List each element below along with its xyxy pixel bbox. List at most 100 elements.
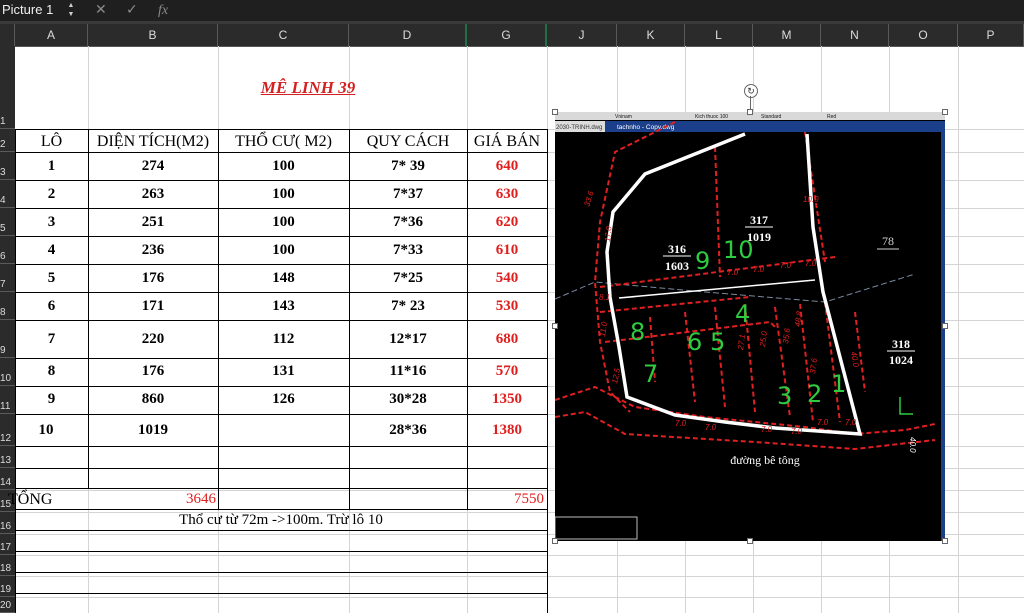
column-header[interactable]: L [685, 24, 753, 46]
table-cell[interactable]: 100 [218, 214, 349, 231]
table-cell[interactable]: 620 [467, 214, 547, 231]
table-cell[interactable]: 6 [15, 298, 88, 315]
table-cell[interactable]: 4 [15, 242, 88, 259]
column-header[interactable]: M [753, 24, 821, 46]
row-header[interactable]: 12 [0, 414, 15, 446]
cancel-icon[interactable]: ✕ [95, 0, 107, 21]
table-cell[interactable]: 860 [88, 391, 218, 408]
row-header[interactable]: 11 [0, 386, 15, 414]
total-area[interactable]: 3646 [150, 491, 216, 508]
column-header[interactable]: N [821, 24, 889, 46]
column-header[interactable]: A [15, 24, 88, 46]
row-header[interactable]: 13 [0, 446, 15, 468]
row-header[interactable]: 19 [0, 576, 15, 597]
table-cell[interactable]: 100 [218, 242, 349, 259]
table-cell[interactable]: 530 [467, 298, 547, 315]
select-all-corner[interactable] [0, 24, 15, 46]
table-cell[interactable]: 126 [218, 391, 349, 408]
resize-handle[interactable] [747, 109, 753, 115]
header-lot[interactable]: LÔ [15, 133, 88, 151]
table-cell[interactable]: 12*17 [349, 331, 467, 348]
resize-handle[interactable] [552, 323, 558, 329]
table-cell[interactable]: 5 [15, 270, 88, 287]
column-header[interactable]: C [218, 24, 349, 46]
header-residential[interactable]: THỔ CƯ( M2) [218, 133, 349, 151]
row-header[interactable]: 20 [0, 597, 15, 613]
table-cell[interactable]: 9 [15, 391, 88, 408]
table-cell[interactable]: 143 [218, 298, 349, 315]
row-header[interactable]: 7 [0, 264, 15, 292]
row-header[interactable]: 18 [0, 555, 15, 576]
column-header[interactable]: D [349, 24, 467, 46]
resize-handle[interactable] [942, 323, 948, 329]
table-cell[interactable]: 7*37 [349, 186, 467, 203]
row-header[interactable]: 1 [0, 46, 15, 129]
column-header[interactable]: J [547, 24, 617, 46]
column-header[interactable]: G [467, 24, 547, 46]
table-cell[interactable]: 1 [15, 158, 88, 175]
table-cell[interactable]: 3 [15, 214, 88, 231]
resize-handle[interactable] [552, 538, 558, 544]
table-cell[interactable]: 7*36 [349, 214, 467, 231]
row-header[interactable]: 8 [0, 292, 15, 320]
table-cell[interactable]: 28*36 [349, 422, 467, 439]
table-cell[interactable]: 8 [15, 363, 88, 380]
column-header[interactable]: P [958, 24, 1024, 46]
table-cell[interactable]: 176 [88, 363, 218, 380]
table-cell[interactable]: 7*25 [349, 270, 467, 287]
table-cell[interactable]: 251 [88, 214, 218, 231]
table-cell[interactable]: 131 [218, 363, 349, 380]
row-header[interactable]: 14 [0, 468, 15, 490]
resize-handle[interactable] [942, 109, 948, 115]
sheet-title[interactable]: MÊ LINH 39 [218, 78, 398, 98]
table-cell[interactable]: 7 [15, 331, 88, 348]
enter-icon[interactable]: ✓ [126, 0, 138, 21]
column-header[interactable]: O [889, 24, 958, 46]
table-cell[interactable]: 220 [88, 331, 218, 348]
table-cell[interactable]: 1019 [88, 422, 218, 439]
total-price[interactable]: 7550 [480, 491, 544, 508]
table-cell[interactable]: 11*16 [349, 363, 467, 380]
row-header[interactable]: 17 [0, 534, 15, 555]
table-cell[interactable]: 148 [218, 270, 349, 287]
table-cell[interactable]: 7* 23 [349, 298, 467, 315]
table-cell[interactable]: 176 [88, 270, 218, 287]
table-cell[interactable]: 7*33 [349, 242, 467, 259]
table-cell[interactable]: 2 [15, 186, 88, 203]
resize-handle[interactable] [552, 109, 558, 115]
column-header[interactable]: K [617, 24, 685, 46]
table-cell[interactable]: 263 [88, 186, 218, 203]
header-dimensions[interactable]: QUY CÁCH [349, 133, 467, 151]
table-cell[interactable]: 100 [218, 186, 349, 203]
table-cell[interactable]: 7* 39 [349, 158, 467, 175]
table-cell[interactable]: 10 [15, 422, 77, 439]
row-header[interactable]: 16 [0, 512, 15, 534]
table-cell[interactable]: 1380 [467, 422, 547, 439]
table-cell[interactable]: 570 [467, 363, 547, 380]
table-cell[interactable]: 171 [88, 298, 218, 315]
table-cell[interactable]: 236 [88, 242, 218, 259]
header-price[interactable]: GIÁ BÁN [467, 133, 547, 151]
row-header[interactable]: 2 [0, 129, 15, 152]
resize-handle[interactable] [942, 538, 948, 544]
table-cell[interactable]: 1350 [467, 391, 547, 408]
embedded-picture[interactable]: Vninam Kich thuoc 100 Standard Red 2030-… [552, 84, 948, 544]
table-cell[interactable]: 680 [467, 331, 547, 348]
row-header[interactable]: 3 [0, 152, 15, 180]
table-cell[interactable]: 112 [218, 331, 349, 348]
name-box-dropdown-icon[interactable]: ▲ ▼ [66, 1, 76, 20]
row-header[interactable]: 6 [0, 236, 15, 264]
row-header[interactable]: 4 [0, 180, 15, 208]
total-label[interactable]: TỔNG [8, 491, 68, 509]
row-header[interactable]: 9 [0, 320, 15, 358]
table-cell[interactable]: 30*28 [349, 391, 467, 408]
table-cell[interactable]: 274 [88, 158, 218, 175]
table-cell[interactable]: 640 [467, 158, 547, 175]
rotate-handle-icon[interactable]: ↻ [744, 84, 758, 98]
table-cell[interactable]: 100 [218, 158, 349, 175]
table-cell[interactable]: 610 [467, 242, 547, 259]
table-cell[interactable]: 630 [467, 186, 547, 203]
table-cell[interactable]: 540 [467, 270, 547, 287]
column-header[interactable]: B [88, 24, 218, 46]
row-header[interactable]: 10 [0, 358, 15, 386]
